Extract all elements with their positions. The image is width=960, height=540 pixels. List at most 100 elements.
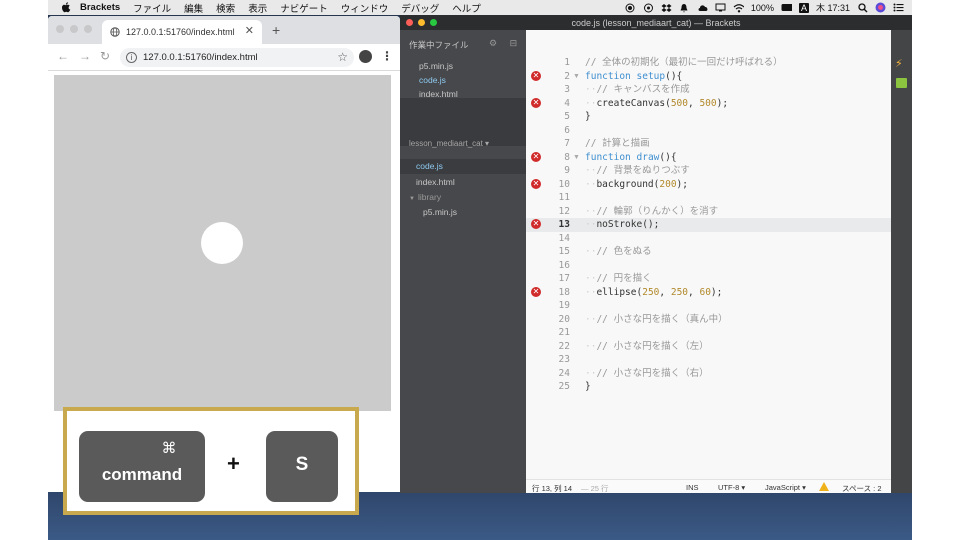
project-name-dropdown[interactable]: lesson_mediaart_cat ▾: [400, 136, 526, 151]
battery-icon[interactable]: [781, 2, 792, 13]
tree-file-p5[interactable]: p5.min.js: [400, 205, 526, 220]
site-info-icon[interactable]: i: [126, 52, 137, 63]
lint-error-icon[interactable]: ✕: [531, 97, 541, 108]
code-line[interactable]: 14: [526, 232, 891, 246]
lint-error-icon[interactable]: ✕: [531, 219, 541, 229]
display-icon[interactable]: [715, 2, 726, 13]
tab-close-icon[interactable]: ✕: [245, 24, 254, 37]
account-avatar-icon[interactable]: [359, 50, 372, 63]
clock[interactable]: 木 17:31: [816, 1, 850, 14]
menu-app-name[interactable]: Brackets: [80, 2, 120, 13]
window-minimize-button[interactable]: [70, 25, 78, 33]
code-line[interactable]: 23: [526, 353, 891, 367]
tree-folder-library[interactable]: ▼ library: [400, 190, 526, 205]
code-editor[interactable]: 1// 全体の初期化（最初に一回だけ呼ばれる） ✕ 2 ▼ function setup…: [526, 30, 891, 479]
cloud-icon[interactable]: [697, 2, 708, 13]
encoding-select[interactable]: UTF-8 ▾: [718, 483, 745, 492]
warning-icon[interactable]: [819, 482, 829, 491]
window-zoom-button[interactable]: [84, 25, 92, 33]
status-bar: 行 13, 列 14 — 25 行 INS UTF-8 ▾ JavaScript…: [526, 479, 891, 493]
s-key-label: S: [295, 454, 309, 475]
apple-logo-icon[interactable]: [60, 2, 72, 14]
code-line[interactable]: 9 ··// 背景をぬりつぶす: [526, 164, 891, 178]
folder-expand-icon[interactable]: ▼: [409, 196, 415, 202]
live-preview-icon[interactable]: ⚡: [895, 57, 903, 70]
extension-manager-icon[interactable]: [896, 78, 907, 88]
lint-error-icon[interactable]: ✕: [531, 178, 541, 189]
lint-error-icon[interactable]: ✕: [531, 70, 541, 81]
brackets-zoom-button[interactable]: [430, 19, 437, 26]
code-line[interactable]: 22 ··// 小さな円を描く（左）: [526, 340, 891, 354]
working-file-code[interactable]: code.js: [400, 73, 526, 88]
address-url[interactable]: 127.0.0.1:51760/index.html: [143, 52, 258, 63]
address-bar[interactable]: i 127.0.0.1:51760/index.html ☆: [120, 48, 354, 67]
working-file-p5[interactable]: p5.min.js: [400, 59, 526, 74]
fold-toggle-icon[interactable]: ▼: [573, 70, 580, 84]
p5-canvas[interactable]: [54, 75, 391, 411]
code-line[interactable]: 20 ··// 小さな円を描く（真ん中）: [526, 313, 891, 327]
shortcut-overlay: ⌘ command + S: [63, 407, 359, 515]
notification-center-icon[interactable]: [893, 2, 904, 13]
brackets-titlebar: code.js (lesson_mediaart_cat) — Brackets: [400, 15, 912, 30]
code-line[interactable]: ✕ 4 ··createCanvas(500, 500);: [526, 97, 891, 111]
forward-arrow-icon[interactable]: →: [79, 49, 91, 63]
fold-toggle-icon[interactable]: ▼: [573, 151, 580, 165]
code-line[interactable]: 19: [526, 299, 891, 313]
line-number: 17: [558, 273, 570, 284]
code-line[interactable]: 21: [526, 326, 891, 340]
language-select[interactable]: JavaScript ▾: [765, 483, 806, 492]
menu-edit[interactable]: 編集: [184, 1, 203, 15]
browser-menu-icon[interactable]: ⋮: [381, 49, 393, 63]
code-line[interactable]: 5}: [526, 110, 891, 124]
menu-file[interactable]: ファイル: [133, 1, 171, 15]
code-line[interactable]: 7 // 計算と描画: [526, 137, 891, 151]
code-line[interactable]: 17 ··// 円を描く: [526, 272, 891, 286]
window-close-button[interactable]: [56, 25, 64, 33]
menu-debug[interactable]: デバッグ: [401, 1, 439, 15]
code-line[interactable]: ✕ 18 ··ellipse(250, 250, 60);: [526, 286, 891, 300]
indent-setting[interactable]: スペース : 2: [842, 483, 882, 494]
code-line[interactable]: 24 ··// 小さな円を描く（右）: [526, 367, 891, 381]
new-tab-button[interactable]: +: [272, 22, 280, 38]
record-icon[interactable]: [625, 2, 636, 13]
input-method-indicator[interactable]: A: [798, 2, 809, 13]
lint-error-icon[interactable]: ✕: [531, 286, 541, 297]
code-line[interactable]: 6: [526, 124, 891, 138]
cursor-position[interactable]: 行 13, 列 14: [532, 483, 572, 494]
wifi-icon[interactable]: [733, 2, 744, 13]
siri-icon[interactable]: [875, 2, 886, 13]
reload-icon[interactable]: ↻: [100, 49, 110, 63]
menu-window[interactable]: ウィンドウ: [341, 1, 389, 15]
code-line[interactable]: 3 ··// キャンバスを作成: [526, 83, 891, 97]
notification-bell-icon[interactable]: [679, 2, 690, 13]
tree-file-code[interactable]: code.js: [400, 159, 526, 174]
back-arrow-icon[interactable]: ←: [57, 49, 69, 63]
code-line[interactable]: 16: [526, 259, 891, 273]
code-line[interactable]: ✕ 2 ▼ function setup(){: [526, 70, 891, 84]
code-line[interactable]: ✕ 8 ▼ function draw(){: [526, 151, 891, 165]
code-line[interactable]: 1 // 全体の初期化（最初に一回だけ呼ばれる）: [526, 56, 891, 70]
menu-find[interactable]: 検索: [216, 1, 235, 15]
insert-mode[interactable]: INS: [686, 483, 699, 492]
sidebar-settings-icon[interactable]: ⚙ ⊟: [489, 38, 522, 49]
working-files-header: 作業中ファイル: [409, 40, 469, 50]
code-line[interactable]: 25}: [526, 380, 891, 394]
menu-view[interactable]: 表示: [248, 1, 267, 15]
lint-error-icon[interactable]: ✕: [531, 151, 541, 162]
bookmark-star-icon[interactable]: ☆: [337, 50, 348, 64]
code-line[interactable]: 12 ··// 輪郭（りんかく）を消す: [526, 205, 891, 219]
screen-sharing-icon[interactable]: [643, 2, 654, 13]
brackets-close-button[interactable]: [406, 19, 413, 26]
browser-tab[interactable]: 127.0.0.1:51760/index.html ✕: [102, 20, 262, 44]
dropbox-icon[interactable]: [661, 2, 672, 13]
spotlight-search-icon[interactable]: [857, 2, 868, 13]
code-line[interactable]: ✕ 10 ··background(200);: [526, 178, 891, 192]
code-line[interactable]: 15 ··// 色をぬる: [526, 245, 891, 259]
tree-file-index[interactable]: index.html: [400, 175, 526, 190]
menu-help[interactable]: ヘルプ: [452, 1, 481, 15]
brackets-minimize-button[interactable]: [418, 19, 425, 26]
code-line[interactable]: 11: [526, 191, 891, 205]
menu-navigate[interactable]: ナビゲート: [280, 1, 328, 15]
code-line[interactable]: ✕ 13 ··noStroke();: [526, 218, 891, 232]
battery-percent: 100%: [750, 2, 774, 13]
